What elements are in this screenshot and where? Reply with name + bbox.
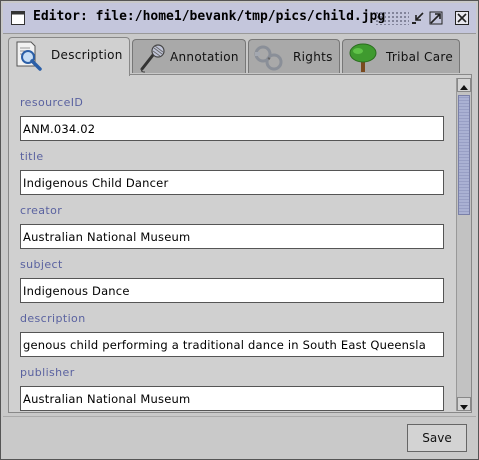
field-label-subject: subject	[20, 258, 63, 271]
microphone-icon	[140, 44, 165, 73]
tab-tribal-care[interactable]: Tribal Care	[342, 39, 460, 73]
vertical-scrollbar[interactable]	[456, 78, 471, 411]
handcuffs-icon	[254, 45, 283, 71]
field-label-publisher: publisher	[20, 366, 75, 379]
editor-window: Editor: file:/home1/bevank/tmp/pics/chil…	[0, 0, 479, 460]
field-list: resourceID ANM.034.02 title Indigenous C…	[18, 75, 456, 412]
maximize-icon[interactable]	[429, 11, 443, 25]
save-button[interactable]: Save	[407, 424, 467, 452]
title-field[interactable]: Indigenous Child Dancer	[20, 170, 444, 195]
title-bar[interactable]: Editor: file:/home1/bevank/tmp/pics/chil…	[3, 3, 476, 34]
resourceid-field[interactable]: ANM.034.02	[20, 116, 444, 141]
footer-bar: Save	[3, 416, 476, 458]
field-label-creator: creator	[20, 204, 63, 217]
tab-annotation[interactable]: Annotation	[132, 39, 246, 73]
scroll-down-button[interactable]	[457, 397, 471, 411]
tab-description-label: Description	[51, 48, 123, 62]
publisher-field[interactable]: Australian National Museum	[20, 386, 444, 411]
tab-rights-label: Rights	[293, 50, 333, 64]
tab-strip: Description Annotation Rights Tribal Car…	[8, 37, 472, 76]
tree-icon	[349, 43, 377, 72]
field-label-resourceid: resourceID	[20, 96, 84, 109]
field-label-title: title	[20, 150, 44, 163]
arrow-up-icon	[460, 85, 468, 90]
description-field[interactable]: genous child performing a traditional da…	[20, 332, 444, 357]
tab-rights[interactable]: Rights	[248, 39, 340, 73]
scroll-thumb[interactable]	[458, 95, 470, 215]
field-label-description: description	[20, 312, 86, 325]
tab-tribal-care-label: Tribal Care	[386, 50, 454, 64]
title-bar-grip	[375, 11, 409, 25]
window-title: Editor: file:/home1/bevank/tmp/pics/chil…	[33, 9, 386, 24]
creator-field[interactable]: Australian National Museum	[20, 224, 444, 249]
window-menu-icon[interactable]	[11, 11, 25, 25]
minimize-icon[interactable]	[411, 11, 425, 25]
tab-annotation-label: Annotation	[170, 50, 239, 64]
description-panel: resourceID ANM.034.02 title Indigenous C…	[8, 74, 472, 413]
subject-field[interactable]: Indigenous Dance	[20, 278, 444, 303]
magnifier-document-icon	[16, 41, 42, 71]
arrow-down-icon	[460, 405, 468, 410]
close-icon[interactable]	[455, 11, 469, 25]
tab-description[interactable]: Description	[8, 37, 130, 76]
scroll-up-button[interactable]	[457, 78, 471, 92]
